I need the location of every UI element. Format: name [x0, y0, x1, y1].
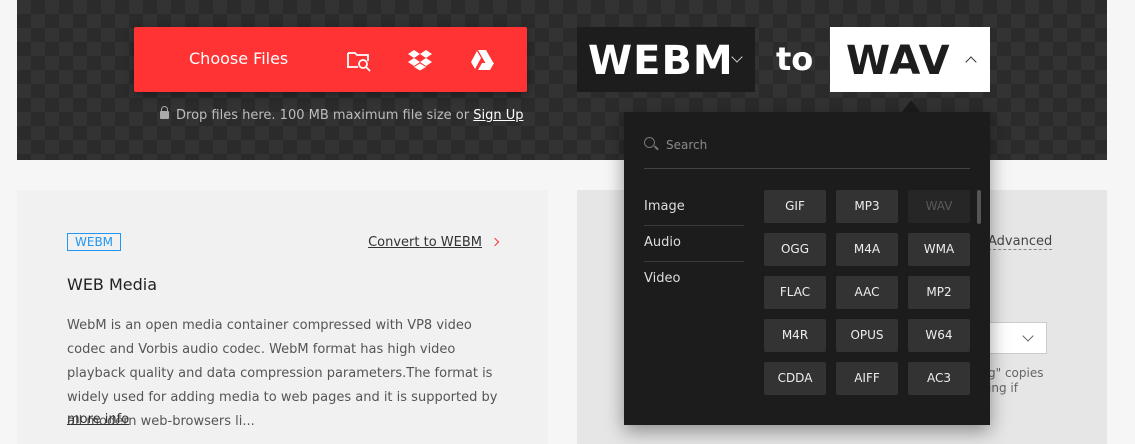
- format-option-wav[interactable]: WAV: [908, 190, 970, 223]
- lock-icon: [160, 106, 169, 119]
- convert-to-link[interactable]: Convert to WEBM: [368, 235, 500, 250]
- search-icon: [644, 137, 655, 148]
- drop-text: Drop files here. 100 MB maximum file siz…: [176, 108, 470, 123]
- sign-up-link[interactable]: Sign Up: [473, 108, 523, 123]
- category-list: Image Audio Video: [644, 190, 744, 298]
- advanced-link[interactable]: Advanced: [988, 234, 1053, 250]
- format-title: WEB Media: [67, 275, 158, 294]
- format-option-aiff[interactable]: AIFF: [836, 362, 898, 395]
- format-option-cdda[interactable]: CDDA: [764, 362, 826, 395]
- google-drive-icon[interactable]: [469, 47, 495, 73]
- format-option-gif[interactable]: GIF: [764, 190, 826, 223]
- format-option-mp3[interactable]: MP3: [836, 190, 898, 223]
- choose-files-label: Choose Files: [189, 49, 289, 68]
- format-dropdown: Image Audio Video GIF MP3 WAV OGG M4A WM…: [624, 112, 990, 425]
- format-option-ac3[interactable]: AC3: [908, 362, 970, 395]
- category-image[interactable]: Image: [644, 190, 744, 226]
- search-input[interactable]: [666, 134, 956, 156]
- from-format-value: WEBM: [588, 38, 734, 84]
- from-format-select[interactable]: WEBM: [577, 27, 755, 92]
- chevron-right-icon: [490, 237, 500, 247]
- option-hint-line-2: ing if: [988, 381, 1018, 395]
- option-select[interactable]: [986, 322, 1047, 354]
- format-description: WebM is an open media container compress…: [67, 318, 498, 429]
- drop-hint: Drop files here. 100 MB maximum file siz…: [160, 106, 524, 123]
- dropdown-caret: [902, 100, 920, 112]
- chevron-up-icon: [965, 56, 977, 68]
- dropdown-scrollbar[interactable]: [977, 190, 981, 224]
- format-search[interactable]: [644, 132, 970, 169]
- format-option-wma[interactable]: WMA: [908, 233, 970, 266]
- format-option-m4r[interactable]: M4R: [764, 319, 826, 352]
- dropbox-icon[interactable]: [407, 47, 433, 73]
- category-video[interactable]: Video: [644, 262, 744, 298]
- choose-files-button[interactable]: Choose Files: [134, 27, 527, 92]
- format-option-m4a[interactable]: M4A: [836, 233, 898, 266]
- to-format-select[interactable]: WAV: [830, 27, 990, 92]
- option-hint-line-1: g" copies: [988, 366, 1044, 380]
- to-label: to: [776, 40, 814, 78]
- format-option-aac[interactable]: AAC: [836, 276, 898, 309]
- format-badge: WEBM: [67, 233, 122, 251]
- format-option-flac[interactable]: FLAC: [764, 276, 826, 309]
- to-format-value: WAV: [846, 38, 951, 84]
- format-option-opus[interactable]: OPUS: [836, 319, 898, 352]
- format-grid: GIF MP3 WAV OGG M4A WMA FLAC AAC MP2 M4R…: [764, 190, 974, 395]
- folder-search-icon[interactable]: [346, 47, 372, 73]
- convert-to-label: Convert to WEBM: [368, 235, 482, 250]
- chevron-down-icon: [1022, 330, 1034, 342]
- format-option-w64[interactable]: W64: [908, 319, 970, 352]
- format-option-mp2[interactable]: MP2: [908, 276, 970, 309]
- format-info-card: WEBM Convert to WEBM WEB Media WebM is a…: [17, 190, 548, 444]
- format-option-ogg[interactable]: OGG: [764, 233, 826, 266]
- category-audio[interactable]: Audio: [644, 226, 744, 262]
- more-info-link[interactable]: more info: [67, 412, 129, 427]
